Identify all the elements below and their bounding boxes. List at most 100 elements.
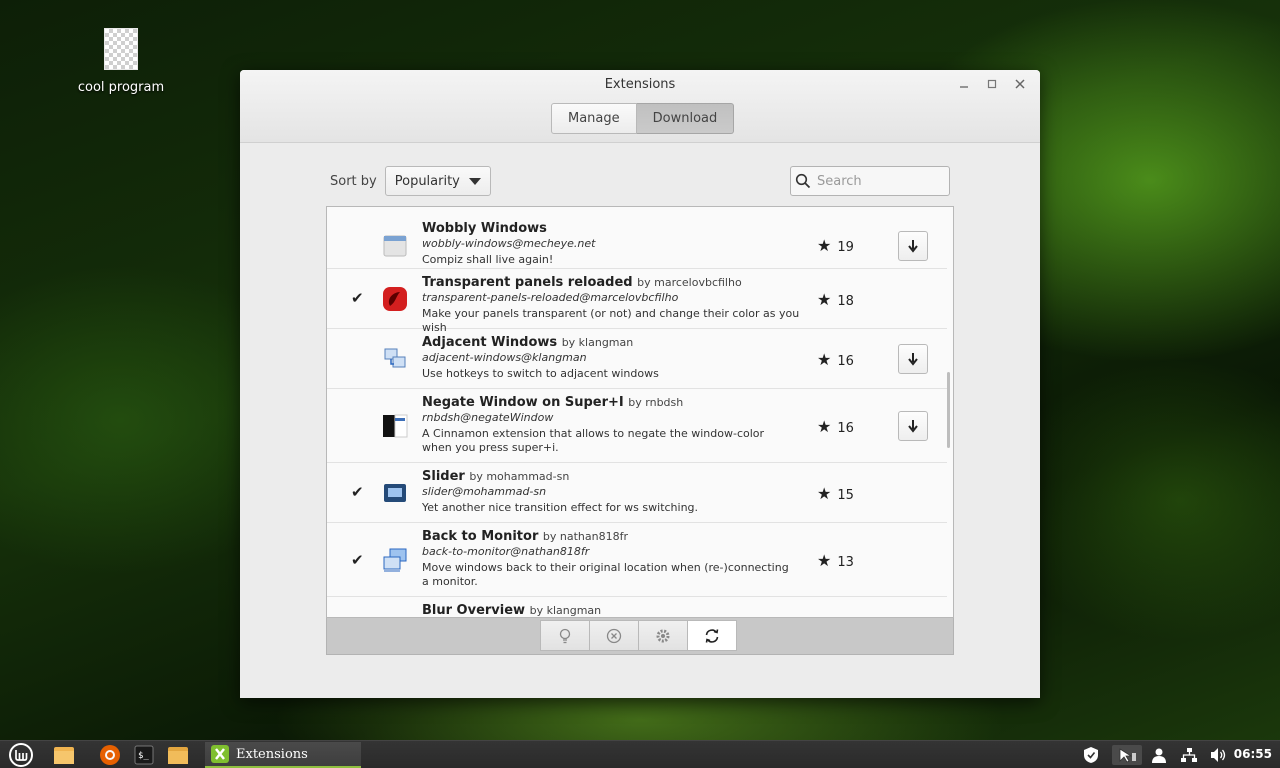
extension-score: ★ 16 (817, 350, 854, 369)
download-button[interactable] (898, 411, 928, 441)
window-list-icon (1119, 748, 1136, 763)
extension-score: ★ 19 (817, 236, 854, 255)
extension-author: by nathan818fr (542, 530, 628, 543)
shield-icon (1084, 747, 1098, 763)
svg-text:$_: $_ (138, 751, 149, 761)
extension-score: ★ 13 (817, 551, 854, 570)
configure-button[interactable] (638, 620, 688, 651)
download-icon (908, 420, 918, 433)
minimize-button[interactable] (954, 75, 974, 95)
extension-name: Wobbly Windows (422, 221, 547, 236)
star-icon: ★ (817, 551, 832, 570)
program-icon (104, 28, 138, 70)
close-icon (1015, 79, 1025, 89)
titlebar: Extensions Manage Download (240, 70, 1040, 143)
tray-workspace[interactable] (1112, 745, 1142, 765)
extension-uuid: back-to-monitor@nathan818fr (422, 545, 590, 558)
extension-uuid: transparent-panels-reloaded@marcelovbcfi… (422, 291, 679, 304)
tray-network[interactable] (1179, 745, 1199, 765)
task-label: Extensions (236, 746, 308, 762)
extension-name: Back to Monitor (422, 529, 539, 544)
extension-score: ★ 16 (817, 417, 854, 436)
extension-icon (382, 346, 408, 372)
uninstall-button[interactable] (589, 620, 639, 651)
launcher-folder[interactable] (166, 744, 190, 766)
extension-author: by marcelovbcfilho (637, 276, 742, 289)
tab-manage[interactable]: Manage (551, 103, 637, 134)
extension-name: Negate Window on Super+I (422, 395, 624, 410)
star-icon: ★ (817, 417, 832, 436)
installed-check-icon: ✔ (351, 551, 364, 569)
extension-icon (382, 547, 408, 573)
installed-check-icon: ✔ (351, 289, 364, 307)
star-icon: ★ (817, 350, 832, 369)
list-item[interactable]: Blur Overview by klangman (327, 597, 947, 617)
list-item[interactable]: Adjacent Windows by klangman adjacent-wi… (327, 329, 947, 389)
extension-icon (382, 233, 408, 259)
minimize-icon (960, 86, 968, 88)
extension-uuid: adjacent-windows@klangman (422, 351, 587, 364)
search-icon (795, 173, 811, 189)
extension-uuid: wobbly-windows@mecheye.net (422, 237, 596, 250)
search-box[interactable] (790, 166, 950, 196)
extension-author: by klangman (561, 336, 634, 349)
more-info-button[interactable] (540, 620, 590, 651)
list-item[interactable]: ✔ Transparent panels reloaded by marcelo… (327, 269, 947, 334)
star-icon: ★ (817, 290, 832, 309)
tab-download[interactable]: Download (636, 103, 735, 134)
installed-check-icon: ✔ (351, 483, 364, 501)
folder-icon (54, 747, 74, 764)
tray-shield[interactable] (1081, 745, 1101, 765)
tray-user[interactable] (1149, 745, 1169, 765)
extension-icon (382, 413, 408, 439)
list-item[interactable]: ✔ Back to Monitor by nathan818fr back-to… (327, 523, 947, 597)
sort-value: Popularity (394, 173, 460, 189)
download-button[interactable] (898, 344, 928, 374)
taskbar: $_ Extensions 06:55 (0, 740, 1280, 768)
extension-score: ★ 18 (817, 290, 854, 309)
refresh-button[interactable] (687, 620, 737, 651)
desktop-icon-label: cool program (77, 80, 165, 95)
extension-description: Use hotkeys to switch to adjacent window… (422, 367, 659, 380)
extension-author: by mohammad-sn (469, 470, 570, 483)
download-icon (908, 240, 918, 253)
extension-score: ★ 15 (817, 484, 854, 503)
menu-button[interactable] (7, 743, 35, 767)
launcher-terminal[interactable]: $_ (133, 744, 155, 766)
sort-dropdown[interactable]: Popularity (384, 166, 491, 196)
maximize-button[interactable] (982, 75, 1002, 95)
scrollbar[interactable] (947, 372, 950, 448)
launcher-files[interactable] (52, 744, 76, 766)
list-item[interactable]: Negate Window on Super+I by rnbdsh rnbds… (327, 389, 947, 463)
chevron-down-icon (468, 177, 481, 185)
extension-icon (382, 480, 408, 506)
firefox-icon (100, 745, 120, 765)
refresh-icon (705, 628, 719, 643)
download-button[interactable] (898, 231, 928, 261)
list-item[interactable]: Wobbly Windows wobbly-windows@mecheye.ne… (327, 209, 947, 269)
desktop-icon-cool-program[interactable]: cool program (74, 28, 168, 95)
extensions-list: Wobbly Windows wobbly-windows@mecheye.ne… (326, 206, 954, 618)
extension-icon (382, 286, 408, 312)
list-item[interactable]: ✔ Slider by mohammad-sn slider@mohammad-… (327, 463, 947, 523)
clock[interactable]: 06:55 (1234, 747, 1272, 761)
lightbulb-icon (559, 628, 571, 643)
network-icon (1181, 748, 1197, 762)
remove-icon (606, 628, 622, 643)
window-controls (954, 75, 1030, 95)
maximize-icon (987, 79, 997, 89)
tray-volume[interactable] (1209, 745, 1229, 765)
task-extensions[interactable]: Extensions (205, 742, 361, 768)
list-toolbar (326, 618, 954, 655)
extension-description: Move windows back to their original loca… (422, 561, 789, 588)
close-button[interactable] (1010, 75, 1030, 95)
star-icon: ★ (817, 484, 832, 503)
extension-uuid: slider@mohammad-sn (422, 485, 547, 498)
search-input[interactable] (817, 173, 937, 189)
sort-label: Sort by (330, 173, 377, 189)
mint-menu-icon (9, 743, 33, 767)
toolbar-buttons (540, 620, 737, 651)
download-icon (908, 353, 918, 366)
extension-description: Yet another nice transition effect for w… (422, 501, 699, 514)
launcher-firefox[interactable] (98, 744, 122, 766)
